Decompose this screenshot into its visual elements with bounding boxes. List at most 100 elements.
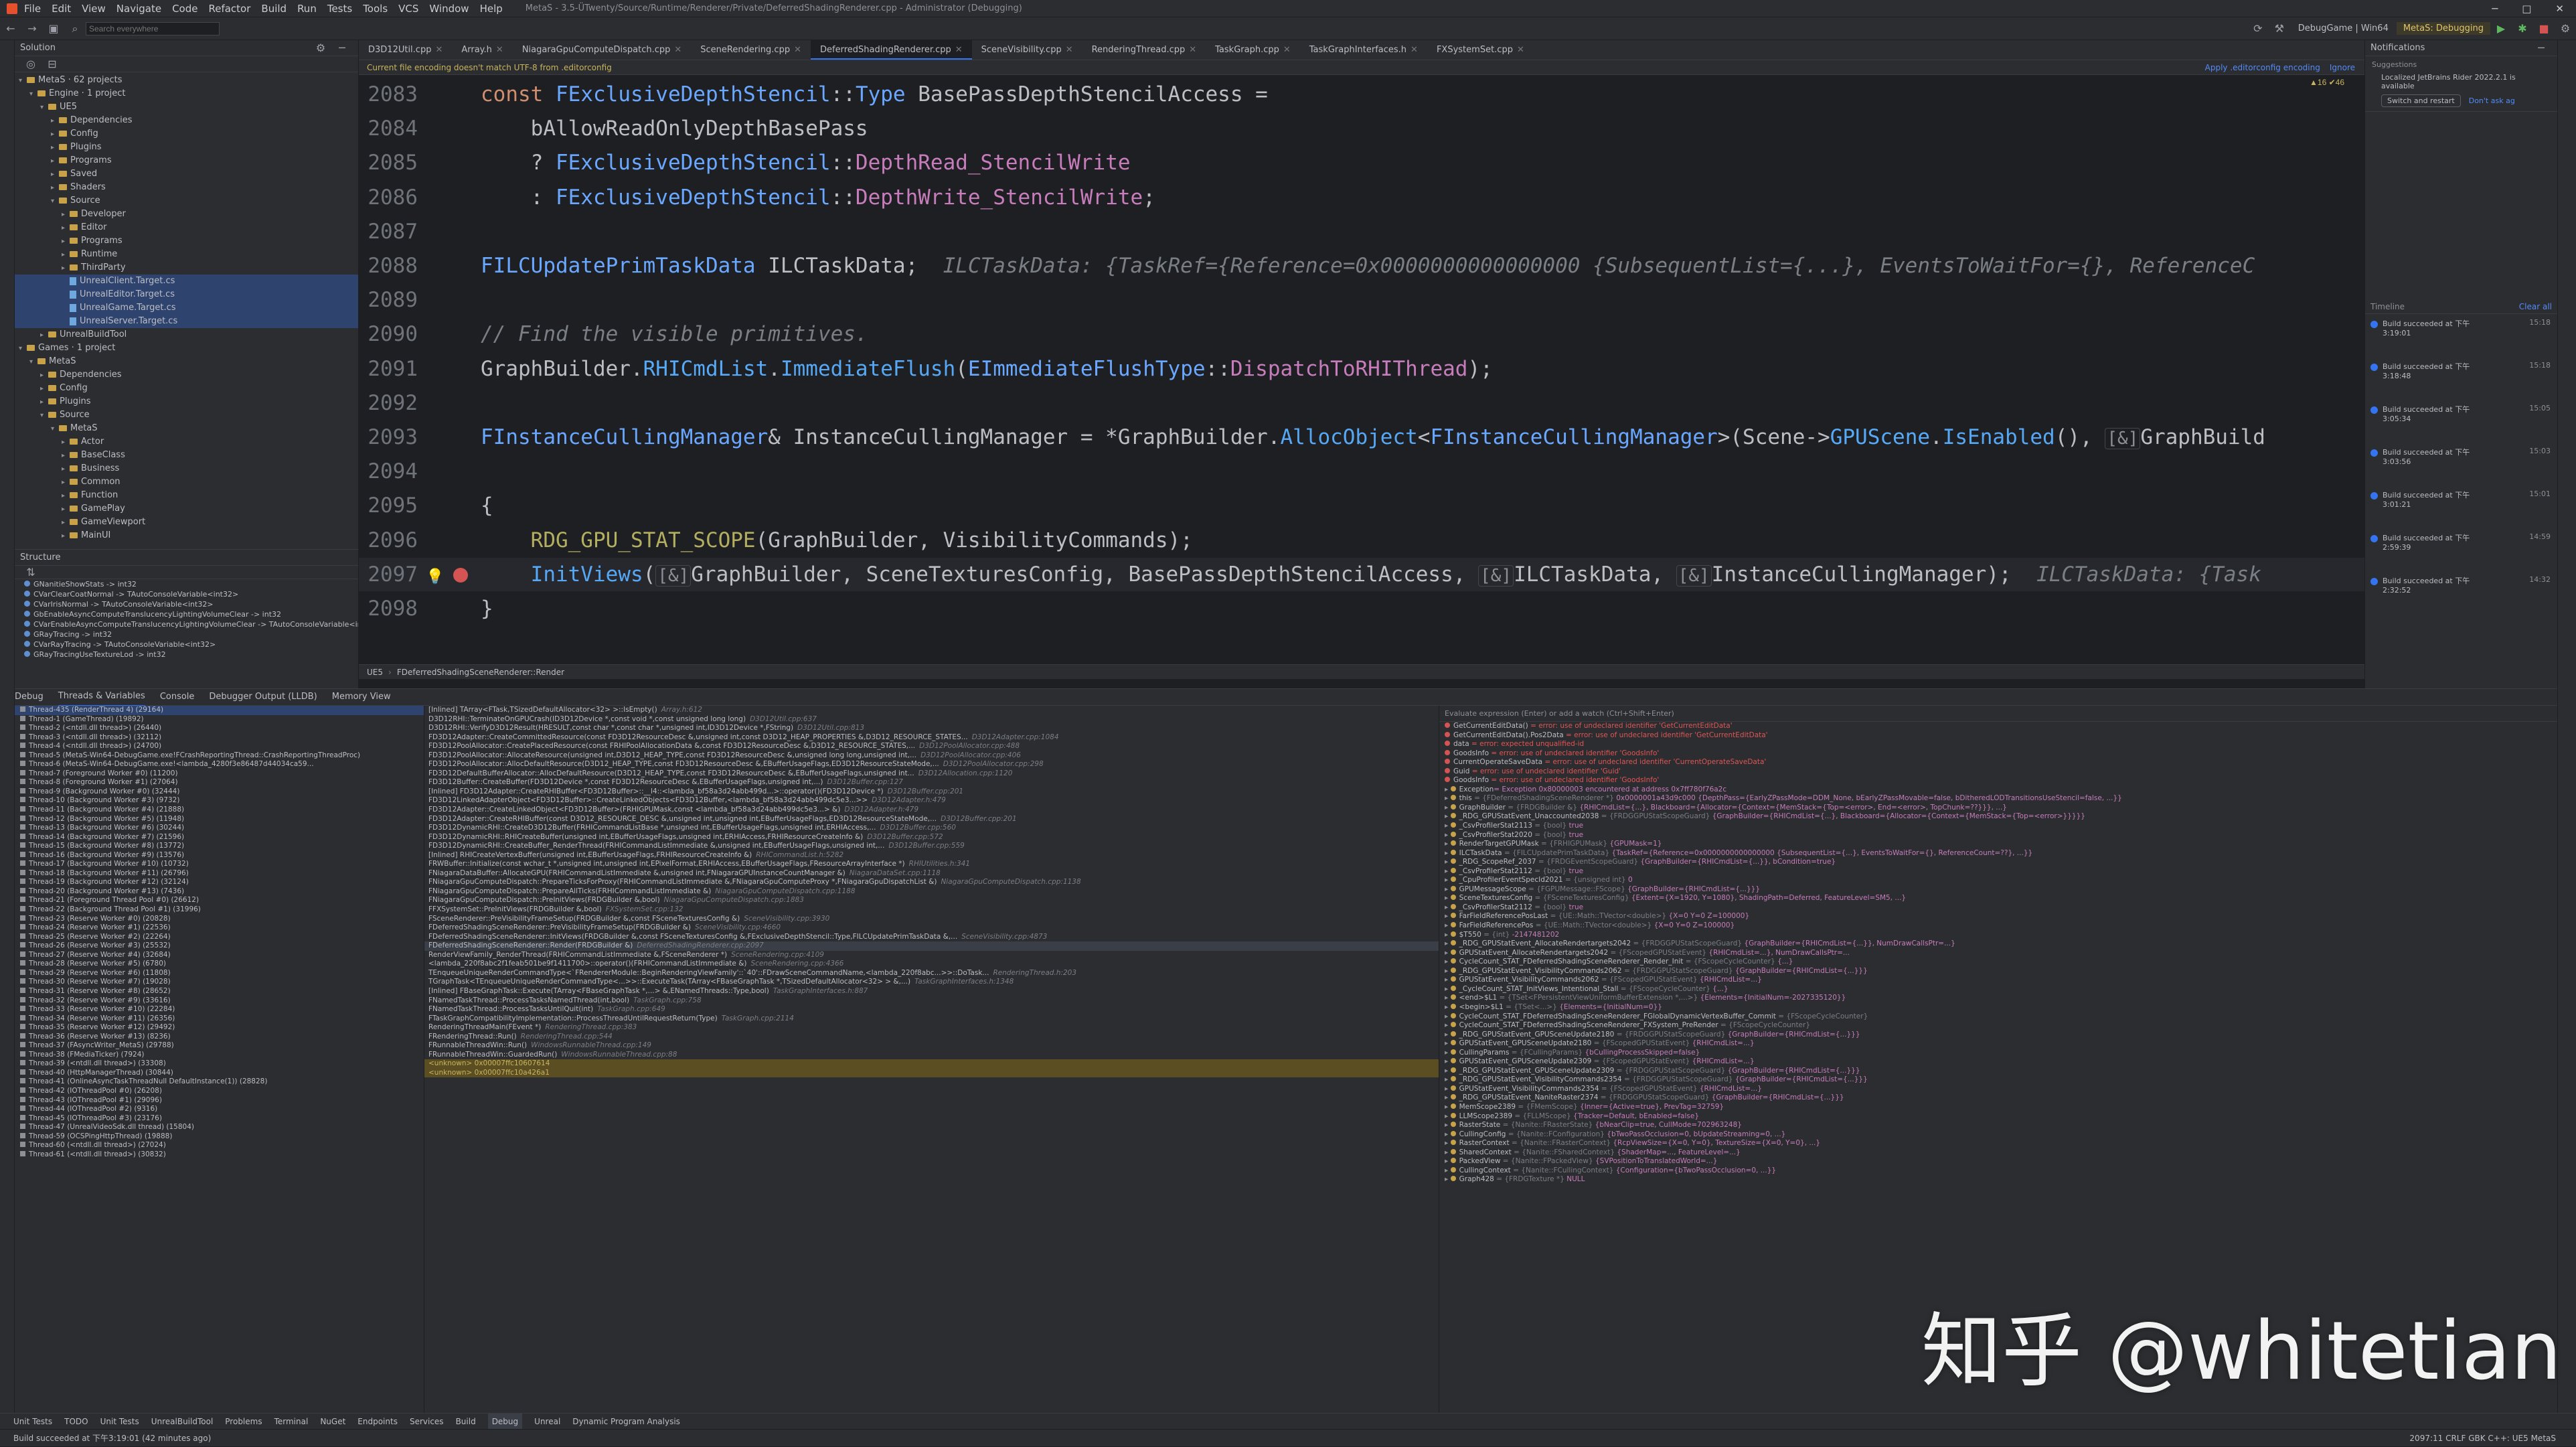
menu-item[interactable]: VCS	[398, 3, 418, 15]
stack-frame[interactable]: FD3D12DefaultBufferAllocator::AllocDefau…	[424, 769, 1439, 779]
stack-frame[interactable]: FRunnableThreadWin::Run() WindowsRunnable…	[424, 1041, 1439, 1051]
expand-icon[interactable]: ▸	[1445, 849, 1451, 857]
bottom-tool-tab[interactable]: Unit Tests	[100, 1414, 139, 1430]
tree-item[interactable]: UnrealClient.Target.cs	[15, 275, 358, 288]
thread-row[interactable]: Thread-20 (Background Worker #13) (7436)	[15, 887, 424, 897]
apply-editorconfig-link[interactable]: Apply .editorconfig encoding	[2205, 60, 2320, 75]
variable-row[interactable]: data = error: expected unqualified-id	[1439, 740, 2557, 749]
bottom-tool-tab[interactable]: Unreal	[534, 1414, 560, 1430]
expand-icon[interactable]: ▸	[1445, 1139, 1451, 1147]
thread-row[interactable]: Thread-31 (Reserve Worker #8) (28652)	[15, 987, 424, 996]
minimize-panel-icon[interactable]: ─	[2534, 42, 2548, 55]
thread-row[interactable]: Thread-59 (OCSPingHttpThread) (19888)	[15, 1132, 424, 1142]
stack-frame[interactable]: TEnqueueUniqueRenderCommandType<`FRender…	[424, 969, 1439, 978]
menu-item[interactable]: Navigate	[116, 3, 161, 15]
tree-item[interactable]: UnrealGame.Target.cs	[15, 301, 358, 315]
bottom-tool-tab[interactable]: Endpoints	[357, 1414, 398, 1430]
thread-row[interactable]: Thread-4 (<ntdll.dll thread>) (24700)	[15, 742, 424, 751]
variable-row[interactable]: GoodsInfo = error: use of undeclared ide…	[1439, 749, 2557, 759]
debug-tab[interactable]: Debugger Output (LLDB)	[209, 688, 317, 706]
config-selector[interactable]: DebugGame | Win64	[2298, 23, 2389, 33]
chevron-icon[interactable]: ▾	[19, 74, 27, 88]
code-line[interactable]: 2088 FILCUpdatePrimTaskData ILCTaskData; …	[359, 249, 2364, 283]
tree-item[interactable]: ▸ Business	[15, 462, 358, 475]
stack-frame[interactable]: FFXSystemSet::PreInitViews(FRDGBuilder &…	[424, 905, 1439, 915]
close-tab-icon[interactable]: ✕	[955, 45, 963, 55]
thread-row[interactable]: Thread-41 (OnlineAsyncTaskThreadNull Def…	[15, 1077, 424, 1087]
stack-frame[interactable]: <lambda_220f8abc2f1feab501be9f1411700>::…	[424, 960, 1439, 969]
chevron-icon[interactable]: ▾	[51, 423, 59, 436]
chevron-icon[interactable]: ▸	[51, 155, 59, 168]
bottom-tool-tab[interactable]: UnrealBuildTool	[151, 1414, 214, 1430]
close-icon[interactable]: ✕	[2555, 3, 2564, 15]
tree-item[interactable]: ▾ MetaS	[15, 355, 358, 368]
editor-tab[interactable]: NiagaraGpuComputeDispatch.cpp ✕	[513, 40, 691, 60]
expand-icon[interactable]: ▸	[1445, 976, 1451, 984]
expand-icon[interactable]: ▸	[1445, 867, 1451, 875]
variable-row[interactable]: ▸ MemScope2389 = {FMemScope} {Inner={Act…	[1439, 1103, 2557, 1112]
tree-item[interactable]: ▸ Dependencies	[15, 114, 358, 127]
bottom-tool-tab[interactable]: Debug	[487, 1413, 523, 1430]
thread-row[interactable]: Thread-30 (Reserve Worker #7) (19028)	[15, 978, 424, 987]
variable-row[interactable]: ▸ <begin>$L1 = {TSet<...>} {Elements={In…	[1439, 1003, 2557, 1012]
expand-icon[interactable]: ▸	[1445, 1166, 1451, 1174]
stack-frame[interactable]: [Inlined] TArray<FTask,TSizedDefaultAllo…	[424, 706, 1439, 715]
tree-item[interactable]: ▾ UE5	[15, 100, 358, 114]
chevron-icon[interactable]: ▾	[29, 356, 37, 369]
variable-row[interactable]: GetCurrentEditData() = error: use of und…	[1439, 722, 2557, 731]
chevron-icon[interactable]: ▸	[62, 489, 70, 503]
expand-icon[interactable]: ▸	[1445, 939, 1451, 947]
breadcrumb-module[interactable]: UE5	[367, 665, 383, 680]
tree-item[interactable]: ▸ Shaders	[15, 181, 358, 194]
thread-row[interactable]: Thread-25 (Reserve Worker #2) (22264)	[15, 933, 424, 942]
thread-row[interactable]: Thread-37 (FAsyncWriter_MetaS) (29788)	[15, 1041, 424, 1051]
stack-frame[interactable]: FD3D12DynamicRHI::RHICreateBuffer(unsign…	[424, 833, 1439, 842]
expand-icon[interactable]: ▸	[1445, 1057, 1451, 1065]
expand-icon[interactable]: ▸	[1445, 1085, 1451, 1093]
thread-row[interactable]: Thread-40 (HttpManagerThread) (30844)	[15, 1069, 424, 1078]
thread-row[interactable]: Thread-18 (Background Worker #11) (26796…	[15, 869, 424, 879]
maximize-icon[interactable]: □	[2522, 3, 2531, 15]
expand-icon[interactable]: ▸	[1445, 1103, 1451, 1111]
tree-item[interactable]: ▸ Common	[15, 475, 358, 489]
variable-row[interactable]: ▸ GraphBuilder = {FRDGBuilder &} {RHICmd…	[1439, 804, 2557, 813]
variable-row[interactable]: CurrentOperateSaveData = error: use of u…	[1439, 758, 2557, 767]
tree-item[interactable]: UnrealServer.Target.cs	[15, 315, 358, 328]
editor-tab[interactable]: TaskGraphInterfaces.h ✕	[1300, 40, 1427, 60]
tree-item[interactable]: ▸ Runtime	[15, 248, 358, 261]
chevron-icon[interactable]: ▾	[40, 101, 48, 115]
save-icon[interactable]: ▣	[47, 22, 60, 35]
variable-row[interactable]: ▸ ILCTaskData = {FILCUpdatePrimTaskData}…	[1439, 849, 2557, 858]
tree-item[interactable]: ▸ Saved	[15, 167, 358, 181]
variable-row[interactable]: ▸ this = {FDeferredShadingSceneRenderer …	[1439, 794, 2557, 804]
expand-icon[interactable]: ▸	[1445, 858, 1451, 866]
stack-frame[interactable]: [Inlined] RHICreateVertexBuffer(unsigned…	[424, 851, 1439, 860]
menu-item[interactable]: Tools	[363, 3, 388, 15]
variable-row[interactable]: ▸ _RDG_GPUStatEvent_GPUSceneUpdate2309 =…	[1439, 1067, 2557, 1076]
search-everywhere-input[interactable]	[86, 21, 220, 35]
close-tab-icon[interactable]: ✕	[1189, 45, 1196, 55]
stack-frame[interactable]: FD3D12DynamicRHI::CreateBuffer_RenderThr…	[424, 842, 1439, 851]
search-icon[interactable]: ⌕	[68, 22, 82, 35]
code-line[interactable]: 2091 GraphBuilder.RHICmdList.ImmediateFlu…	[359, 352, 2364, 386]
bulb-icon[interactable]: 💡	[426, 568, 444, 585]
thread-row[interactable]: Thread-32 (Reserve Worker #9) (33616)	[15, 996, 424, 1006]
tree-item[interactable]: ▸ Programs	[15, 154, 358, 167]
thread-row[interactable]: Thread-9 (Background Worker #0) (32444)	[15, 787, 424, 797]
stack-frame[interactable]: TGraphTask<TEnqueueUniqueRenderCommandTy…	[424, 978, 1439, 987]
thread-row[interactable]: Thread-27 (Reserve Worker #4) (32684)	[15, 951, 424, 960]
variable-row[interactable]: ▸ PackedView = {Nanite::FPackedView} {SV…	[1439, 1157, 2557, 1166]
stack-frame[interactable]: [Inlined] FD3D12Adapter::CreateRHIBuffer…	[424, 787, 1439, 797]
forward-icon[interactable]: →	[25, 22, 39, 35]
chevron-icon[interactable]: ▸	[51, 181, 59, 195]
chevron-icon[interactable]: ▾	[51, 195, 59, 208]
switch-restart-button[interactable]: Switch and restart	[2381, 94, 2461, 107]
editor-tab[interactable]: SceneVisibility.cpp ✕	[972, 40, 1082, 60]
close-tab-icon[interactable]: ✕	[1283, 45, 1291, 55]
breakpoint-icon[interactable]	[453, 568, 469, 583]
stack-frame[interactable]: FNamedTaskThread::ProcessTasksNamedThrea…	[424, 996, 1439, 1006]
thread-row[interactable]: Thread-11 (Background Worker #4) (21888)	[15, 806, 424, 815]
bottom-tool-tab[interactable]: Dynamic Program Analysis	[572, 1414, 680, 1430]
thread-row[interactable]: Thread-5 (MetaS-Win64-DebugGame.exe!FCra…	[15, 751, 424, 761]
expand-icon[interactable]: ▸	[1445, 831, 1451, 839]
